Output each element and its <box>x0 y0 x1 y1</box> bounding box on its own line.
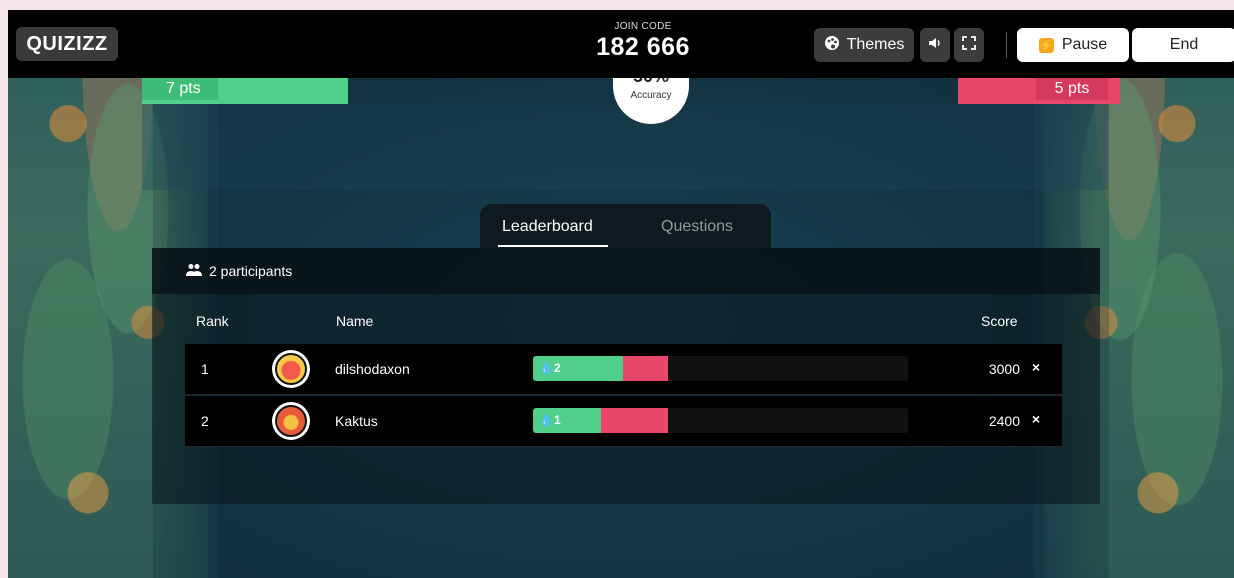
leaderboard-panel: 2 participants Rank Name Score 1 dilshod… <box>152 248 1100 504</box>
incorrect-points-bar: 5 pts <box>958 78 1120 104</box>
row-score: 3000 <box>988 361 1020 377</box>
column-header-score: Score <box>981 313 1018 329</box>
lightning-icon: ⚡ <box>1038 37 1054 53</box>
incorrect-segment <box>600 408 668 433</box>
tab-bar: Leaderboard Questions <box>480 204 771 248</box>
accuracy-progress-bar: 💧1 <box>533 408 908 433</box>
end-button[interactable]: End <box>1132 28 1234 62</box>
row-score: 2400 <box>988 413 1020 429</box>
join-code-block: JOIN CODE 182 666 <box>568 21 718 62</box>
avatar-image <box>275 353 307 385</box>
palette-icon <box>824 35 840 56</box>
join-code-label: JOIN CODE <box>614 21 672 32</box>
sound-button[interactable] <box>920 28 950 62</box>
participants-count: 2 participants <box>209 263 293 279</box>
streak-badge: 💧1 <box>539 413 561 427</box>
pause-label: Pause <box>1061 36 1108 53</box>
correct-points-bar: 7 pts <box>142 78 348 104</box>
speaker-icon <box>928 36 942 54</box>
incorrect-points-label: 5 pts <box>1036 78 1108 100</box>
incorrect-segment <box>623 356 668 381</box>
row-rank: 2 <box>201 413 209 429</box>
leaderboard-row[interactable]: 2 Kaktus 💧1 2400 × <box>185 396 1062 447</box>
correct-points-label: 7 pts <box>142 78 218 100</box>
active-tab-underline <box>498 245 608 247</box>
flame-icon: 💧 <box>539 413 554 427</box>
streak-badge: 💧2 <box>539 361 561 375</box>
pause-button[interactable]: ⚡ Pause <box>1017 28 1129 62</box>
avatar-image <box>275 405 307 437</box>
toolbar-divider <box>1006 32 1007 58</box>
top-bar: QUIZIZZ JOIN CODE 182 666 Themes ⚡ Pause… <box>8 10 1234 78</box>
streak-count: 2 <box>553 361 561 375</box>
tab-leaderboard[interactable]: Leaderboard <box>502 218 593 236</box>
participants-bar: 2 participants <box>152 248 1100 294</box>
progress-band <box>142 104 1108 190</box>
quizizz-logo: QUIZIZZ <box>16 27 118 61</box>
streak-count: 1 <box>553 413 561 427</box>
fullscreen-icon <box>962 35 976 55</box>
remove-participant-button[interactable]: × <box>1032 411 1040 427</box>
avatar <box>272 402 310 440</box>
leaderboard-row[interactable]: 1 dilshodaxon 💧2 3000 × <box>185 344 1062 395</box>
avatar <box>272 350 310 388</box>
remove-participant-button[interactable]: × <box>1032 359 1040 375</box>
row-name: Kaktus <box>335 413 378 429</box>
row-name: dilshodaxon <box>335 361 410 377</box>
row-rank: 1 <box>201 361 209 377</box>
themes-label: Themes <box>846 36 905 53</box>
join-code-value[interactable]: 182 666 <box>568 33 718 62</box>
tab-questions[interactable]: Questions <box>661 218 733 236</box>
accuracy-progress-bar: 💧2 <box>533 356 908 381</box>
fullscreen-button[interactable] <box>954 28 984 62</box>
flame-icon: 💧 <box>539 361 554 375</box>
users-icon <box>186 263 202 277</box>
accuracy-label: Accuracy <box>630 90 672 101</box>
column-header-rank: Rank <box>196 313 229 329</box>
themes-button[interactable]: Themes <box>814 28 914 62</box>
column-header-name: Name <box>336 313 374 329</box>
